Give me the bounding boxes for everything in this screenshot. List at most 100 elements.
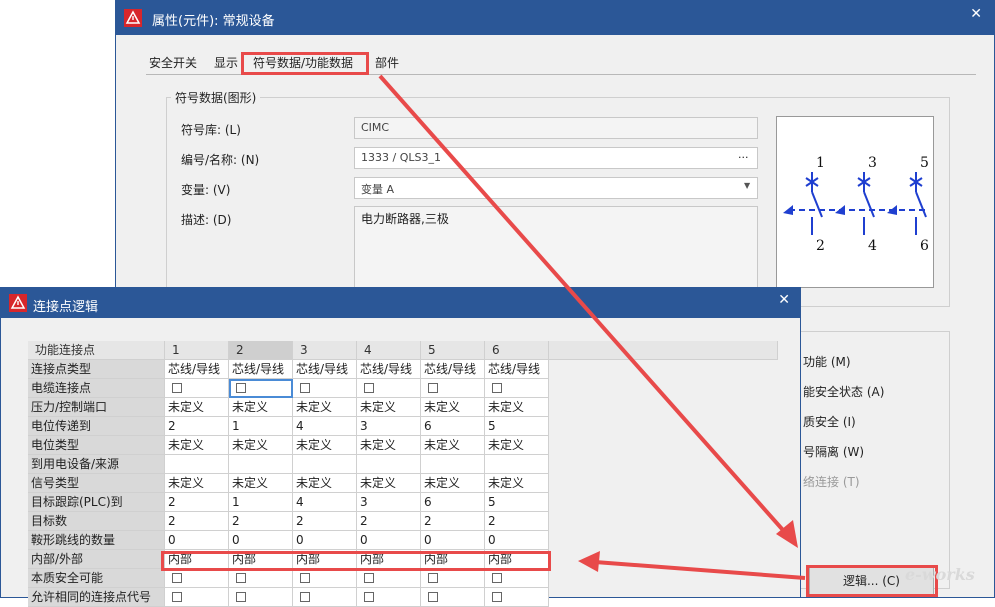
checkbox[interactable]	[492, 383, 502, 393]
checkbox[interactable]	[300, 592, 310, 602]
grid-cell[interactable]: 芯线/导线	[165, 360, 229, 379]
grid-cell[interactable]: 未定义	[485, 398, 549, 417]
grid-cell[interactable]	[165, 455, 229, 474]
grid-cell[interactable]: 未定义	[421, 436, 485, 455]
grid-cell[interactable]	[485, 379, 549, 398]
grid-cell[interactable]: 未定义	[229, 398, 293, 417]
description-field[interactable]: 电力断路器,三极	[354, 206, 758, 288]
grid-cell[interactable]: 未定义	[357, 436, 421, 455]
checkbox[interactable]	[172, 383, 182, 393]
grid-cell[interactable]: 未定义	[421, 398, 485, 417]
grid-cell[interactable]: 4	[293, 493, 357, 512]
grid-cell[interactable]: 3	[357, 493, 421, 512]
variant-select[interactable]: 变量 A	[354, 177, 758, 199]
checkbox[interactable]	[492, 573, 502, 583]
grid-cell[interactable]: 6	[421, 493, 485, 512]
grid-cell[interactable]	[357, 455, 421, 474]
close-icon[interactable]: ✕	[970, 6, 982, 22]
functional-safety-state-button[interactable]: 能安全状态 (A)	[803, 383, 884, 400]
grid-cell[interactable]	[357, 569, 421, 588]
grid-cell[interactable]	[165, 379, 229, 398]
checkbox[interactable]	[492, 592, 502, 602]
grid-cell[interactable]: 芯线/导线	[421, 360, 485, 379]
checkbox[interactable]	[428, 592, 438, 602]
tab-safety-switch[interactable]: 安全开关	[149, 54, 197, 71]
grid-cell[interactable]: 0	[421, 531, 485, 550]
grid-cell[interactable]	[229, 455, 293, 474]
grid-cell[interactable]: 未定义	[229, 436, 293, 455]
grid-cell[interactable]	[421, 379, 485, 398]
grid-cell[interactable]	[485, 569, 549, 588]
grid-cell[interactable]: 未定义	[357, 398, 421, 417]
checkbox[interactable]	[428, 573, 438, 583]
grid-cell[interactable]: 2	[165, 512, 229, 531]
grid-cell[interactable]	[293, 569, 357, 588]
row-header: 电位传递到	[28, 417, 165, 436]
grid-cell[interactable]: 0	[485, 531, 549, 550]
grid-cell[interactable]: 2	[421, 512, 485, 531]
grid-cell[interactable]: 0	[293, 531, 357, 550]
grid-cell[interactable]	[421, 569, 485, 588]
grid-cell[interactable]: 4	[293, 417, 357, 436]
tab-display[interactable]: 显示	[214, 54, 238, 71]
browse-button[interactable]: ...	[738, 148, 749, 161]
intrinsic-safety-button[interactable]: 质安全 (I)	[803, 413, 856, 430]
grid-cell[interactable]: 1	[229, 417, 293, 436]
grid-cell[interactable]: 芯线/导线	[485, 360, 549, 379]
grid-cell[interactable]	[293, 379, 357, 398]
grid-cell[interactable]: 2	[293, 512, 357, 531]
grid-cell[interactable]: 未定义	[357, 474, 421, 493]
function-button[interactable]: 功能 (M)	[803, 353, 851, 370]
grid-cell[interactable]: 芯线/导线	[229, 360, 293, 379]
grid-cell[interactable]: 未定义	[485, 436, 549, 455]
grid-cell[interactable]: 芯线/导线	[357, 360, 421, 379]
grid-cell[interactable]	[165, 569, 229, 588]
checkbox[interactable]	[300, 573, 310, 583]
grid-cell[interactable]	[485, 455, 549, 474]
grid-cell[interactable]: 5	[485, 417, 549, 436]
grid-cell[interactable]: 未定义	[229, 474, 293, 493]
grid-cell[interactable]: 未定义	[293, 398, 357, 417]
grid-cell[interactable]: 未定义	[165, 398, 229, 417]
grid-cell[interactable]	[293, 455, 357, 474]
grid-cell[interactable]: 2	[165, 493, 229, 512]
number-name-field[interactable]: 1333 / QLS3_1	[354, 147, 758, 169]
grid-cell[interactable]: 3	[357, 417, 421, 436]
grid-cell[interactable]	[357, 379, 421, 398]
grid-cell[interactable]: 0	[165, 531, 229, 550]
checkbox[interactable]	[172, 592, 182, 602]
grid-cell[interactable]: 未定义	[485, 474, 549, 493]
signal-isolation-button[interactable]: 号隔离 (W)	[803, 443, 864, 460]
grid-cell[interactable]: 未定义	[165, 436, 229, 455]
grid-cell[interactable]: 未定义	[293, 436, 357, 455]
checkbox[interactable]	[364, 383, 374, 393]
checkbox[interactable]	[364, 592, 374, 602]
close-icon[interactable]: ✕	[778, 292, 790, 308]
grid-cell[interactable]: 2	[165, 417, 229, 436]
checkbox[interactable]	[300, 383, 310, 393]
grid-cell[interactable]: 2	[229, 512, 293, 531]
grid-cell[interactable]: 1	[229, 493, 293, 512]
column-header: 6	[485, 341, 549, 360]
checkbox[interactable]	[364, 573, 374, 583]
grid-cell[interactable]: 0	[229, 531, 293, 550]
grid-cell[interactable]	[229, 569, 293, 588]
grid-cell[interactable]: 0	[357, 531, 421, 550]
chevron-down-icon[interactable]: ▼	[744, 181, 750, 190]
checkbox[interactable]	[236, 592, 246, 602]
checkbox[interactable]	[428, 383, 438, 393]
grid-cell[interactable]: 6	[421, 417, 485, 436]
grid-cell[interactable]	[229, 379, 293, 398]
checkbox[interactable]	[172, 573, 182, 583]
grid-cell[interactable]: 2	[485, 512, 549, 531]
grid-cell[interactable]: 未定义	[293, 474, 357, 493]
grid-cell[interactable]: 2	[357, 512, 421, 531]
grid-cell[interactable]: 未定义	[165, 474, 229, 493]
grid-cell[interactable]: 芯线/导线	[293, 360, 357, 379]
tab-parts[interactable]: 部件	[375, 54, 399, 71]
checkbox[interactable]	[236, 383, 246, 393]
grid-cell[interactable]: 5	[485, 493, 549, 512]
checkbox[interactable]	[236, 573, 246, 583]
grid-cell[interactable]	[421, 455, 485, 474]
grid-cell[interactable]: 未定义	[421, 474, 485, 493]
